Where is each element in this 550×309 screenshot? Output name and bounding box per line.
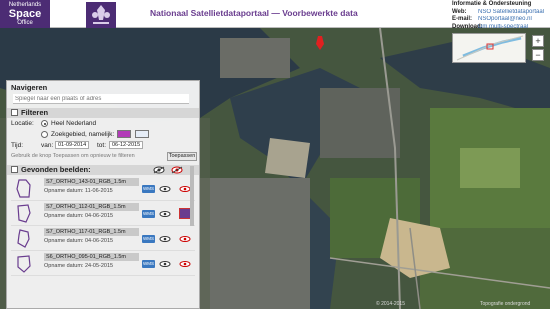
logo-line3: Office xyxy=(17,20,33,26)
item-date: Opname datum: 04-06-2015 xyxy=(44,238,114,244)
radio-search-area[interactable] xyxy=(41,131,48,138)
item-name: S7_ORTHO_112-01_RGB_1.5m xyxy=(44,203,139,211)
info-email-link[interactable]: NSOportaal@neo.nl xyxy=(478,16,532,24)
zoom-in-button[interactable]: + xyxy=(532,35,544,47)
eye-icon[interactable] xyxy=(159,211,171,217)
eye-icon[interactable] xyxy=(159,261,171,267)
collapse-found-icon[interactable] xyxy=(11,166,18,173)
filters-bar[interactable]: Filteren xyxy=(7,108,199,118)
date-from-field[interactable]: 01-09-2014 xyxy=(55,141,89,149)
time-label: Tijd: xyxy=(11,142,24,149)
time-row: Tijd: van: 01-09-2014 tot: 06-12-2015 xyxy=(7,140,199,151)
eye-red-icon[interactable] xyxy=(179,261,191,267)
info-heading: Informatie & Ondersteuning xyxy=(452,1,532,7)
app-header: Netherlands Space Office Nationaal Satel… xyxy=(0,0,550,38)
from-label: van: xyxy=(41,142,54,149)
list-item[interactable]: S6_ORTHO_095-01_RGB_1.5m Opname datum: 2… xyxy=(11,252,195,276)
item-date: Opname datum: 04-06-2015 xyxy=(44,213,114,219)
footprint-thumbnail-icon xyxy=(17,204,31,223)
searcharea-row: Zoekgebied, namelijk: xyxy=(7,129,199,140)
item-name: S6_ORTHO_095-01_RGB_1.5m xyxy=(44,253,139,261)
item-name: S7_ORTHO_143-01_RGB_1.5m xyxy=(44,178,139,186)
map-attribution: © 2014-2015 xyxy=(376,301,405,307)
zoom-out-button[interactable]: − xyxy=(532,49,544,61)
wms-button[interactable]: WMS xyxy=(142,260,155,268)
location-row: Locatie: Heel Nederland xyxy=(7,118,199,129)
option-all-netherlands: Heel Nederland xyxy=(51,120,97,127)
item-date: Opname datum: 11-06-2015 xyxy=(44,188,113,194)
footprint-thumbnail-icon xyxy=(16,179,31,198)
footprint-thumbnail-icon xyxy=(17,229,30,248)
info-block: Informatie & Ondersteuning Web: NSO Satel… xyxy=(452,1,550,31)
collapse-toggle-icon[interactable] xyxy=(11,109,18,116)
side-panel: Navigeren Filteren Locatie: Heel Nederla… xyxy=(6,80,200,309)
filter-hint: Gebruik de knop Toepassen om opnieuw te … xyxy=(11,153,135,159)
page-title: Nationaal Satellietdataportaal — Voorbew… xyxy=(150,8,358,18)
option-search-area: Zoekgebied, namelijk: xyxy=(51,131,115,138)
results-scrollbar[interactable] xyxy=(190,166,194,226)
filters-title: Filteren xyxy=(21,108,49,117)
date-to-field[interactable]: 06-12-2015 xyxy=(109,141,143,149)
item-name: S7_ORTHO_117-01_RGB_1.5m xyxy=(44,228,139,236)
info-web-key: Web: xyxy=(452,8,467,15)
draw-polygon-icon[interactable] xyxy=(117,130,131,138)
footprint-thumbnail-icon xyxy=(17,255,31,273)
found-images-title: Gevonden beelden: xyxy=(21,165,91,174)
radio-all-netherlands[interactable] xyxy=(41,120,48,127)
nav-section-title: Navigeren xyxy=(11,83,48,92)
info-email-key: E-mail: xyxy=(452,16,473,22)
map-attribution-2[interactable]: Topografie ondergrond xyxy=(480,301,530,307)
apply-button[interactable]: Toepassen xyxy=(167,152,197,161)
draw-tool-icon[interactable] xyxy=(135,130,149,138)
wms-button[interactable]: WMS xyxy=(142,235,155,243)
list-item[interactable]: S7_ORTHO_117-01_RGB_1.5m Opname datum: 0… xyxy=(11,227,195,251)
royal-crest-icon xyxy=(86,2,116,28)
eye-red-icon[interactable] xyxy=(179,236,191,242)
eye-off-all-icon[interactable] xyxy=(153,166,165,174)
logo-line2: Space xyxy=(8,8,42,20)
eye-red-all-icon[interactable] xyxy=(171,166,183,174)
location-label: Locatie: xyxy=(11,120,34,127)
wms-button[interactable]: WMS xyxy=(142,185,155,193)
eye-icon[interactable] xyxy=(159,186,171,192)
list-item[interactable]: S7_ORTHO_112-01_RGB_1.5m Opname datum: 0… xyxy=(11,202,195,226)
minimap-graphic xyxy=(453,34,525,62)
found-images-bar[interactable]: Gevonden beelden: xyxy=(7,165,199,175)
to-label: tot: xyxy=(97,142,107,149)
wms-button[interactable]: WMS xyxy=(142,210,155,218)
eye-icon[interactable] xyxy=(159,236,171,242)
item-date: Opname datum: 24-05-2015 xyxy=(44,263,114,269)
overview-minimap[interactable] xyxy=(452,33,526,63)
list-item[interactable]: S7_ORTHO_143-01_RGB_1.5m Opname datum: 1… xyxy=(11,177,195,201)
search-input[interactable] xyxy=(13,94,189,104)
info-web-link[interactable]: NSO Satellietdataportaal xyxy=(478,9,544,17)
